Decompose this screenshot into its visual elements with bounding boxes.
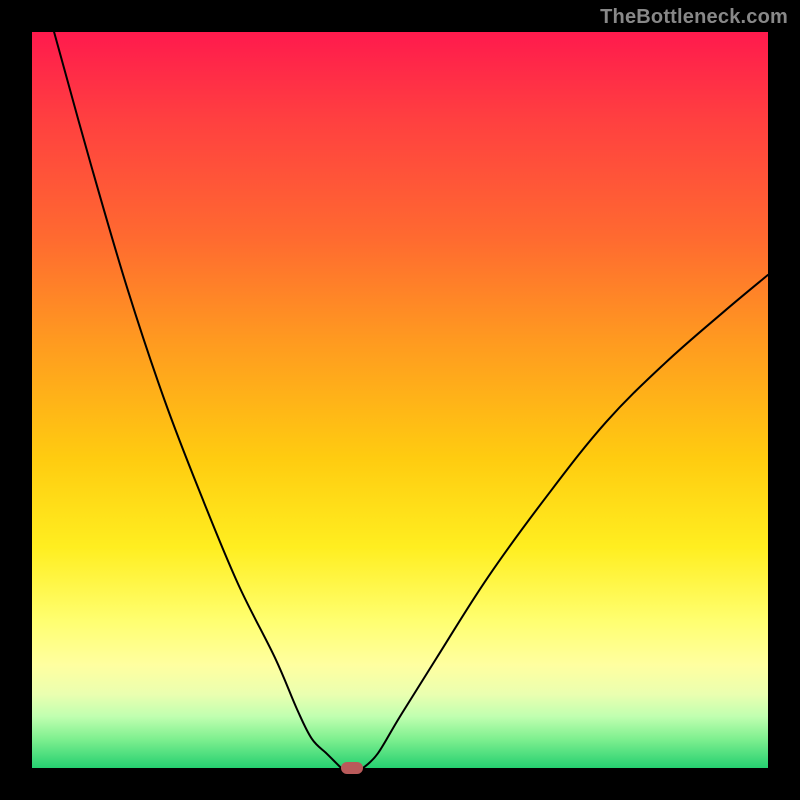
- curve-left-arm: [54, 32, 341, 768]
- bottleneck-curve: [32, 32, 768, 768]
- plot-area: [32, 32, 768, 768]
- chart-frame: TheBottleneck.com: [0, 0, 800, 800]
- minimum-marker: [341, 762, 363, 774]
- curve-right-arm: [363, 275, 768, 768]
- watermark-text: TheBottleneck.com: [600, 6, 788, 29]
